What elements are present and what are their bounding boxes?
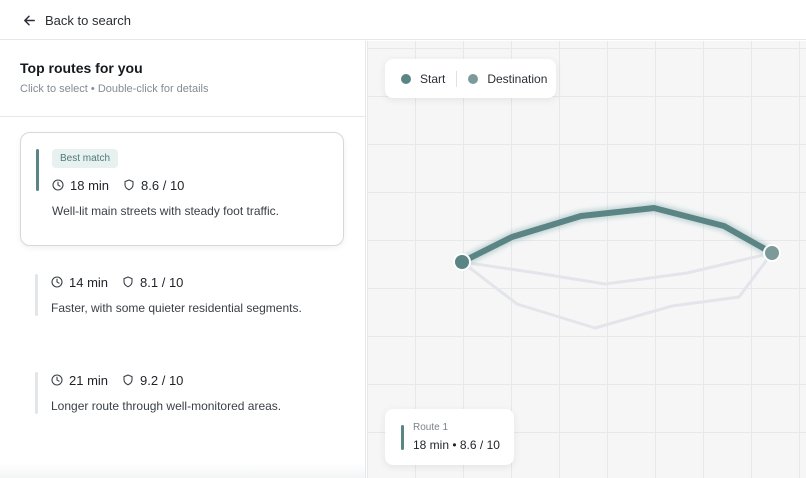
route-card-1[interactable]: Best match 18 min 8.6 / 10 Well-lit main… (20, 132, 344, 246)
top-bar: Back to search (0, 0, 806, 40)
route-meta: 21 min 9.2 / 10 (51, 372, 183, 388)
route-map[interactable]: Start Destination Route 1 18 min • 8.6 /… (367, 41, 806, 478)
info-route-label: Route 1 (413, 422, 449, 433)
route-meta: 14 min 8.1 / 10 (51, 274, 183, 290)
selected-route-info: Route 1 18 min • 8.6 / 10 (385, 409, 514, 465)
routes-sidebar: Top routes for you Click to select • Dou… (0, 41, 366, 478)
route-description: Faster, with some quieter residential se… (51, 301, 302, 315)
route-accent-bar (35, 372, 38, 414)
route-duration: 14 min (69, 274, 109, 290)
info-route-summary: 18 min • 8.6 / 10 (413, 438, 500, 452)
sidebar-bottom-fade (0, 464, 365, 478)
arrow-left-icon (24, 15, 35, 25)
shield-icon (123, 276, 133, 288)
back-to-search-button[interactable]: Back to search (22, 10, 131, 30)
route-accent-bar (35, 274, 38, 316)
route-description: Longer route through well-monitored area… (51, 399, 282, 413)
best-match-badge: Best match (52, 149, 119, 168)
legend-divider (456, 70, 458, 87)
selected-route-glow (456, 202, 778, 268)
shield-icon (123, 374, 133, 386)
route-description: Well-lit main streets with steady foot t… (52, 204, 279, 218)
clock-icon (52, 179, 64, 191)
legend-start-label: Start (420, 71, 446, 86)
route-duration: 18 min (70, 177, 110, 193)
destination-marker[interactable] (763, 244, 781, 262)
destination-dot-icon (468, 73, 479, 84)
back-to-search-label: Back to search (45, 12, 131, 28)
alt-route-1-path[interactable] (460, 251, 774, 286)
shield-icon (124, 179, 134, 191)
route-card-2[interactable]: 14 min 8.1 / 10 Faster, with some quiete… (20, 258, 344, 372)
map-legend: Start Destination (385, 59, 556, 98)
route-duration: 21 min (69, 372, 109, 388)
route-safety-score: 9.2 / 10 (140, 372, 184, 388)
route-safety-score: 8.1 / 10 (140, 274, 184, 290)
clock-icon (51, 374, 63, 386)
start-marker[interactable] (453, 253, 471, 271)
sidebar-header: Top routes for you Click to select • Dou… (0, 41, 365, 117)
sidebar-title: Top routes for you (20, 60, 143, 76)
clock-icon (51, 276, 63, 288)
route-meta: 18 min 8.6 / 10 (52, 177, 184, 193)
info-accent-bar (401, 425, 404, 450)
route-safety-score: 8.6 / 10 (141, 177, 185, 193)
sidebar-subtitle: Click to select • Double-click for detai… (20, 83, 209, 95)
route-accent-bar (36, 149, 39, 191)
legend-destination-label: Destination (487, 71, 548, 86)
start-dot-icon (401, 73, 411, 84)
route-card-3[interactable]: 21 min 9.2 / 10 Longer route through wel… (20, 356, 344, 470)
